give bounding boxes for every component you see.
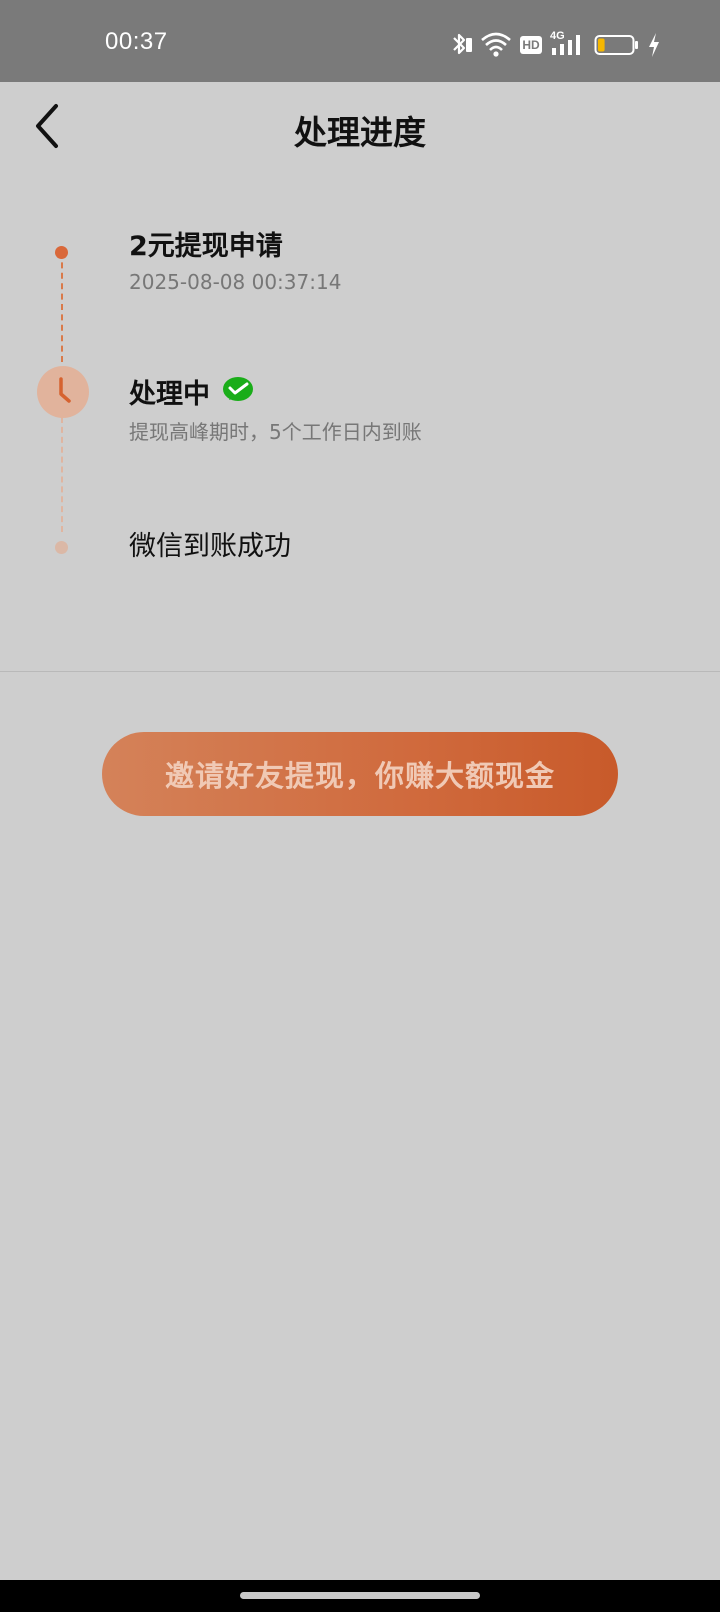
hd-icon: HD xyxy=(520,36,542,54)
battery-icon xyxy=(594,35,638,55)
bluetooth-icon xyxy=(453,33,472,55)
signal-4g-icon: 4G xyxy=(550,30,584,60)
step-2-subtitle: 提现高峰期时，5个工作日内到账 xyxy=(129,420,422,444)
charging-icon xyxy=(649,33,659,57)
wechat-pay-icon xyxy=(223,377,253,401)
timeline-connector-done xyxy=(61,252,63,362)
status-bar: 00:37 HD 4G xyxy=(0,0,720,82)
status-time: 00:37 xyxy=(105,28,168,55)
step-1-timestamp: 2025-08-08 00:37:14 xyxy=(129,270,342,294)
invite-friends-button[interactable]: 邀请好友提现，你赚大额现金 xyxy=(102,732,618,816)
wifi-icon xyxy=(481,32,511,57)
header: 处理进度 xyxy=(0,82,720,172)
step-pending-dot xyxy=(55,541,68,554)
invite-friends-label: 邀请好友提现，你赚大额现金 xyxy=(164,759,555,793)
step-done-dot xyxy=(55,246,68,259)
home-indicator[interactable] xyxy=(240,1592,480,1599)
system-nav-bar xyxy=(0,1580,720,1612)
step-1-title: 2元提现申请 xyxy=(129,231,283,262)
screen: 00:37 HD 4G 处理进度 2元提现申请 2025-08-08 00:37… xyxy=(0,0,720,1612)
step-2-title: 处理中 xyxy=(129,379,210,410)
page-title: 处理进度 xyxy=(294,113,426,152)
step-3-title: 微信到账成功 xyxy=(129,531,291,562)
timeline-connector-pending xyxy=(61,417,63,532)
clock-icon xyxy=(37,366,89,418)
section-divider xyxy=(0,671,720,672)
progress-timeline: 2元提现申请 2025-08-08 00:37:14 处理中 提现高峰期时，5个… xyxy=(0,172,720,672)
